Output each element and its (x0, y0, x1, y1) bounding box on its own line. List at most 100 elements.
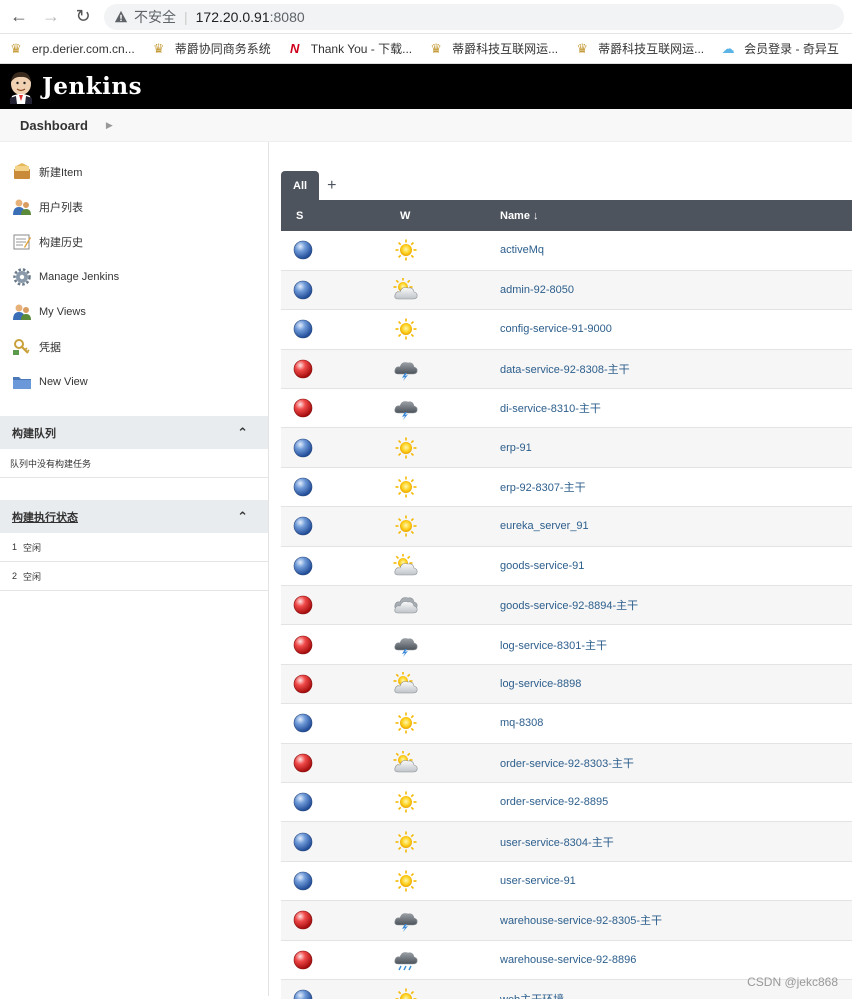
job-link[interactable]: mq-8308 (500, 717, 543, 729)
sidebar-task-item[interactable]: 用户列表 (0, 189, 268, 224)
executor-number[interactable]: 2 (12, 571, 17, 581)
sidebar-task-item[interactable]: Manage Jenkins (0, 259, 268, 294)
status-red-ball-icon[interactable] (293, 910, 369, 930)
job-link[interactable]: admin-92-8050 (500, 284, 574, 296)
status-blue-ball-icon[interactable] (293, 240, 369, 260)
weather-storm-icon[interactable] (393, 396, 500, 421)
sidebar-tasks: 新建Item 用户列表 构建历史 Manage Jenkins My Views 凭据 Ne… (0, 154, 268, 399)
warning-icon[interactable] (114, 10, 128, 24)
weather-storm-icon[interactable] (393, 908, 500, 933)
bookmark-item[interactable]: ♛ 蒂爵科技互联网运... (428, 40, 558, 57)
table-row: goods-service-92-8894-主干 (281, 585, 852, 625)
chevron-up-icon[interactable]: ⌃ (237, 509, 248, 525)
back-arrow-icon[interactable]: ← (8, 6, 30, 28)
job-link[interactable]: erp-92-8307-主干 (500, 482, 586, 494)
table-row: warehouse-service-92-8305-主干 (281, 900, 852, 941)
job-link[interactable]: log-service-8301-主干 (500, 640, 607, 652)
weather-storm-icon[interactable] (393, 357, 500, 381)
cloud-icon: ☁ (721, 40, 735, 56)
name-cell: erp-91 (500, 428, 852, 467)
weather-sunny-icon[interactable] (393, 238, 500, 262)
status-red-ball-icon[interactable] (293, 635, 369, 655)
job-link[interactable]: erp-91 (500, 442, 532, 454)
weather-rain-icon[interactable] (393, 948, 500, 972)
column-header-weather[interactable]: W (369, 200, 500, 231)
build-queue-header[interactable]: 构建队列 ⌃ (0, 416, 268, 449)
status-blue-ball-icon[interactable] (293, 516, 369, 536)
status-red-ball-icon[interactable] (293, 753, 369, 773)
status-blue-ball-icon[interactable] (293, 713, 369, 733)
job-link[interactable]: data-service-92-8308-主干 (500, 364, 630, 376)
chevron-up-icon[interactable]: ⌃ (237, 425, 248, 441)
weather-partly-cloudy-icon[interactable] (393, 278, 500, 302)
url-field[interactable]: 不安全 | 172.20.0.91 :8080 (104, 3, 844, 30)
job-link[interactable]: config-service-91-9000 (500, 323, 612, 335)
weather-sunny-icon[interactable] (393, 790, 500, 814)
weather-cloudy-icon[interactable] (393, 593, 500, 617)
job-link[interactable]: di-service-8310-主干 (500, 403, 601, 415)
status-red-ball-icon[interactable] (293, 359, 369, 379)
job-link[interactable]: goods-service-92-8894-主干 (500, 600, 638, 612)
status-red-ball-icon[interactable] (293, 674, 369, 694)
weather-sunny-icon[interactable] (393, 711, 500, 735)
sidebar-task-item[interactable]: 构建历史 (0, 224, 268, 259)
weather-sunny-icon[interactable] (393, 987, 500, 999)
job-link[interactable]: warehouse-service-92-8896 (500, 954, 636, 966)
job-link[interactable]: activeMq (500, 244, 544, 256)
forward-arrow-icon[interactable]: → (40, 6, 62, 28)
weather-sunny-icon[interactable] (393, 475, 500, 499)
status-blue-ball-icon[interactable] (293, 319, 369, 339)
weather-cell (369, 270, 500, 309)
bookmark-item[interactable]: ☁ 会员登录 - 奇异互 (720, 40, 839, 57)
column-header-name[interactable]: Name ↓ (500, 200, 852, 231)
bookmark-item[interactable]: N Thank You - 下载... (287, 40, 412, 57)
job-link[interactable]: log-service-8898 (500, 678, 581, 690)
job-link[interactable]: user-service-91 (500, 875, 576, 887)
jenkins-title[interactable]: Jenkins (42, 73, 142, 100)
job-link[interactable]: order-service-92-8895 (500, 796, 608, 808)
status-blue-ball-icon[interactable] (293, 280, 369, 300)
status-red-ball-icon[interactable] (293, 398, 369, 418)
executors-header[interactable]: 构建执行状态 ⌃ (0, 500, 268, 533)
weather-partly-cloudy-icon[interactable] (393, 553, 500, 578)
breadcrumb-dashboard[interactable]: Dashboard (20, 118, 88, 133)
job-link[interactable]: eureka_server_91 (500, 520, 589, 532)
status-blue-ball-icon[interactable] (293, 438, 369, 458)
status-blue-ball-icon[interactable] (293, 832, 369, 852)
sidebar-task-item[interactable]: 新建Item (0, 154, 268, 189)
status-blue-ball-icon[interactable] (293, 792, 369, 812)
reload-icon[interactable]: ↻ (72, 6, 94, 28)
weather-sunny-icon[interactable] (393, 869, 500, 893)
bookmark-item[interactable]: ♛ erp.derier.com.cn... (8, 41, 135, 57)
job-link[interactable]: warehouse-service-92-8305-主干 (500, 915, 662, 927)
executors-title[interactable]: 构建执行状态 (12, 509, 78, 525)
add-view-tab[interactable]: + (327, 171, 336, 200)
status-blue-ball-icon[interactable] (293, 989, 369, 999)
jenkins-logo-icon[interactable] (8, 70, 34, 104)
executor-number[interactable]: 1 (12, 542, 17, 552)
job-link[interactable]: web主干环境 (500, 994, 564, 999)
weather-sunny-icon[interactable] (393, 830, 500, 854)
weather-sunny-icon[interactable] (393, 514, 500, 538)
weather-partly-cloudy-icon[interactable] (393, 750, 500, 775)
sidebar-task-item[interactable]: 凭据 (0, 329, 268, 364)
tab-all[interactable]: All (281, 171, 320, 200)
weather-sunny-icon[interactable] (393, 317, 500, 341)
weather-partly-cloudy-icon[interactable] (393, 671, 500, 696)
sidebar-task-item[interactable]: My Views (0, 294, 268, 329)
weather-sunny-icon[interactable] (393, 436, 500, 460)
status-blue-ball-icon[interactable] (293, 871, 369, 891)
column-header-status[interactable]: S (281, 200, 369, 231)
weather-storm-icon[interactable] (393, 633, 500, 657)
status-blue-ball-icon[interactable] (293, 556, 369, 576)
status-blue-ball-icon[interactable] (293, 477, 369, 497)
breadcrumb-arrow-icon[interactable]: ▶ (106, 120, 113, 131)
job-link[interactable]: user-service-8304-主干 (500, 837, 614, 849)
bookmark-item[interactable]: ♛ 蒂爵科技互联网运... (574, 40, 704, 57)
job-link[interactable]: goods-service-91 (500, 560, 584, 572)
sidebar-task-item[interactable]: New View (0, 364, 268, 399)
job-link[interactable]: order-service-92-8303-主干 (500, 758, 634, 770)
bookmark-item[interactable]: ♛ 蒂爵协同商务系统 (151, 40, 271, 57)
status-red-ball-icon[interactable] (293, 950, 369, 970)
status-red-ball-icon[interactable] (293, 595, 369, 615)
